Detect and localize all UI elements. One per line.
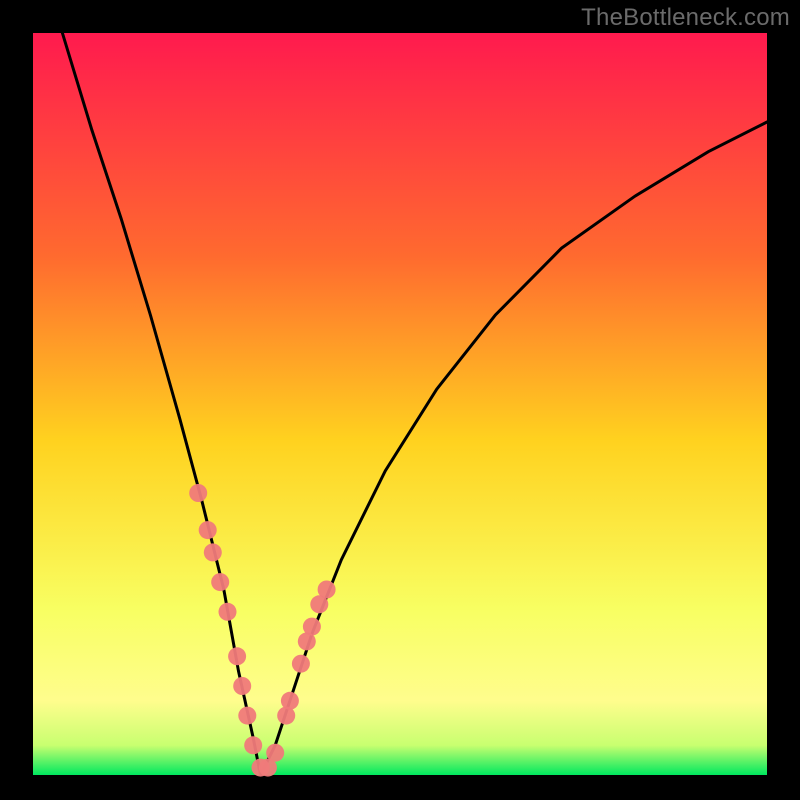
data-marker	[292, 655, 310, 673]
data-marker	[244, 736, 262, 754]
watermark-text: TheBottleneck.com	[581, 4, 790, 32]
data-marker	[189, 484, 207, 502]
data-marker	[266, 744, 284, 762]
data-marker	[238, 707, 256, 725]
plot-area	[33, 33, 767, 775]
data-marker	[233, 677, 251, 695]
chart-frame: TheBottleneck.com	[0, 0, 800, 800]
data-marker	[281, 692, 299, 710]
data-marker	[228, 647, 246, 665]
data-marker	[211, 573, 229, 591]
data-marker	[219, 603, 237, 621]
bottleneck-chart	[0, 0, 800, 800]
data-marker	[204, 543, 222, 561]
data-marker	[303, 618, 321, 636]
data-marker	[199, 521, 217, 539]
data-marker	[318, 581, 336, 599]
